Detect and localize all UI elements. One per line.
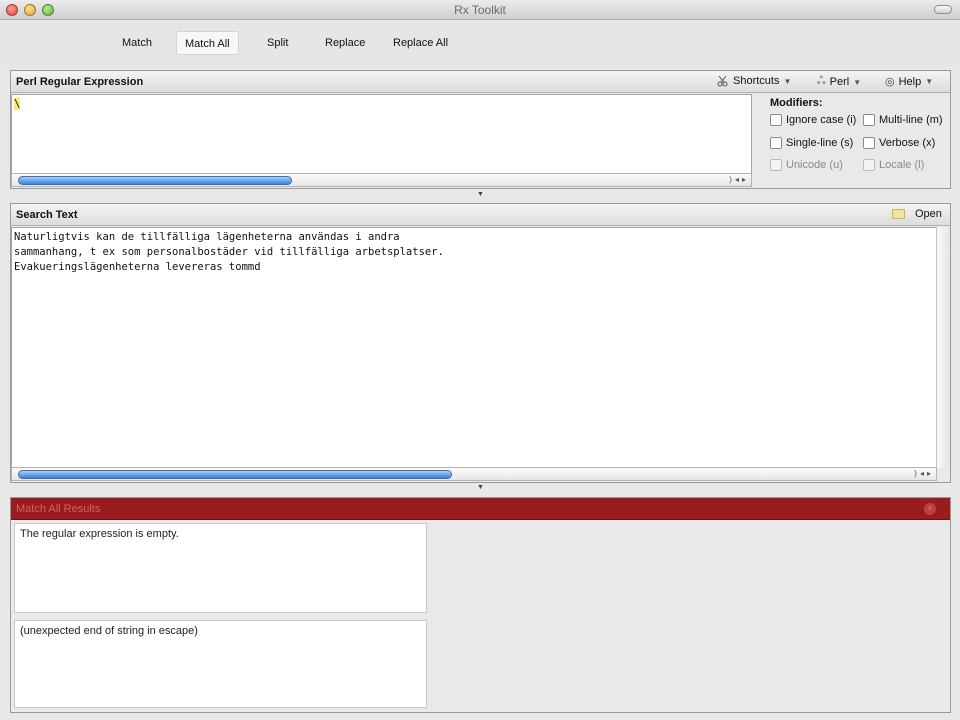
results-message-box: The regular expression is empty. (14, 523, 427, 613)
chevron-down-icon: ▼ (853, 77, 862, 87)
scroll-arrows-icon[interactable]: )◂▸ (914, 468, 934, 480)
camel-icon: ஃ (817, 75, 826, 87)
results-title: Match All Results (16, 503, 101, 515)
chevron-down-icon: ▼ (925, 77, 934, 86)
shortcuts-menu-label: Shortcuts (733, 75, 780, 87)
search-text-line: sammanhang, t ex som personalbostäder vi… (14, 246, 444, 258)
toolbar-toggle-button[interactable] (934, 5, 952, 14)
modifiers-panel: Modifiers: Ignore case (i) Multi-line (m… (766, 95, 950, 187)
help-icon: ◎ (885, 76, 895, 88)
search-horizontal-scrollbar[interactable]: )◂▸ (11, 467, 937, 481)
search-splitter-handle[interactable]: ▼ (477, 484, 484, 491)
search-text-line: Naturligtvis kan de tillfälliga lägenhet… (14, 231, 400, 243)
open-label: Open (915, 208, 942, 220)
verbose-checkbox[interactable]: Verbose (x) (863, 137, 935, 149)
open-file-button[interactable]: Open (892, 208, 942, 220)
regex-input[interactable]: \ (11, 94, 752, 174)
help-menu-label: Help (898, 75, 922, 88)
scroll-arrows-icon[interactable]: )◂▸ (729, 174, 749, 186)
checkbox-label: Unicode (u) (786, 159, 843, 171)
toolbar: Match Match All Split Replace Replace Al… (0, 21, 960, 67)
chevron-down-icon: ▼ (783, 76, 792, 86)
search-pane-header: Search Text Open (11, 204, 950, 226)
checkbox-box[interactable] (863, 114, 875, 126)
checkbox-label: Verbose (x) (879, 137, 936, 149)
split-button[interactable]: Split (259, 31, 296, 55)
checkbox-box (863, 159, 875, 171)
replace-button[interactable]: Replace (317, 31, 373, 55)
regex-input-value: \ (14, 98, 21, 110)
folder-icon (892, 209, 905, 219)
search-text-input[interactable]: Naturligtvis kan de tillfälliga lägenhet… (11, 227, 937, 468)
match-button[interactable]: Match (114, 31, 160, 55)
single-line-checkbox[interactable]: Single-line (s) (770, 137, 853, 149)
checkbox-label: Ignore case (i) (786, 114, 857, 126)
results-error-box: (unexpected end of string in escape) (14, 620, 427, 708)
perl-menu[interactable]: ஃ Perl ▼ (817, 75, 861, 89)
results-message: The regular expression is empty. (20, 528, 179, 540)
replace-all-button[interactable]: Replace All (385, 31, 456, 55)
modifiers-title: Modifiers: (770, 97, 823, 109)
checkbox-label: Locale (l) (879, 159, 925, 171)
search-vertical-scrollbar[interactable] (936, 227, 950, 468)
window-title: Rx Toolkit (454, 3, 506, 17)
checkbox-box (770, 159, 782, 171)
regex-pane-title: Perl Regular Expression (16, 76, 144, 88)
results-error: (unexpected end of string in escape) (20, 625, 198, 637)
locale-checkbox: Locale (l) (863, 159, 924, 171)
checkbox-label: Multi-line (m) (879, 114, 943, 126)
ignore-case-checkbox[interactable]: Ignore case (i) (770, 114, 856, 126)
results-header: Match All Results × (11, 498, 950, 520)
shortcuts-menu[interactable]: Shortcuts ▼ (717, 75, 791, 87)
search-pane-title: Search Text (16, 209, 78, 221)
checkbox-box[interactable] (770, 114, 782, 126)
help-menu[interactable]: ◎ Help ▼ (885, 75, 934, 89)
multi-line-checkbox[interactable]: Multi-line (m) (863, 114, 943, 126)
checkbox-box[interactable] (863, 137, 875, 149)
checkbox-box[interactable] (770, 137, 782, 149)
regex-splitter-handle[interactable]: ▼ (477, 191, 484, 198)
scissors-icon (717, 75, 728, 87)
regex-horizontal-scrollbar[interactable]: )◂▸ (11, 173, 752, 187)
scrollbar-thumb[interactable] (18, 176, 292, 185)
perl-menu-label: Perl (829, 76, 850, 88)
search-text-line: Evakueringslägenheterna levereras tommd (14, 261, 261, 273)
regex-pane-header: Perl Regular Expression Shortcuts ▼ ஃ Pe… (11, 71, 950, 93)
title-bar: Rx Toolkit (0, 0, 960, 20)
scrollbar-thumb[interactable] (18, 470, 452, 479)
checkbox-label: Single-line (s) (786, 137, 854, 149)
match-all-button[interactable]: Match All (176, 31, 239, 55)
close-icon[interactable]: × (924, 503, 936, 515)
unicode-checkbox: Unicode (u) (770, 159, 843, 171)
